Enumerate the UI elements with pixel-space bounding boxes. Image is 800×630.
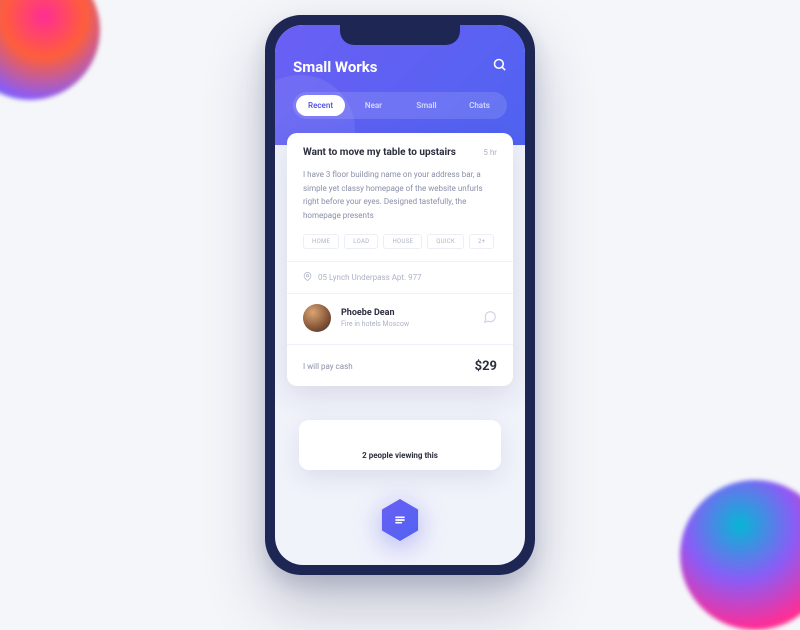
divider <box>287 293 513 294</box>
decorative-blob-top-left <box>0 0 100 100</box>
tab-bar: Recent Near Small Chats <box>293 92 507 119</box>
phone-screen: Small Works Recent Near Small Chats Want… <box>275 25 525 565</box>
tab-near[interactable]: Near <box>349 95 398 116</box>
location-row: 05 Lynch Underpass Apt. 977 <box>303 272 497 283</box>
decorative-blob-bottom-right <box>680 480 800 630</box>
phone-notch <box>340 25 460 45</box>
divider <box>287 344 513 345</box>
payment-row: I will pay cash $29 <box>303 355 497 374</box>
job-card[interactable]: Want to move my table to upstairs 5 hr I… <box>287 133 513 386</box>
chat-icon[interactable] <box>483 309 497 328</box>
tag-item[interactable]: HOUSE <box>383 234 422 249</box>
fab-button[interactable] <box>379 499 421 541</box>
job-description: I have 3 floor building name on your add… <box>303 168 497 222</box>
payment-amount: $29 <box>475 359 497 374</box>
viewing-text: 2 people viewing this <box>362 451 438 460</box>
user-subtitle: Fire in hotels Moscow <box>341 320 473 328</box>
tag-list: HOME LOAD HOUSE QUICK 2+ <box>303 234 497 249</box>
payment-label: I will pay cash <box>303 362 353 371</box>
menu-icon <box>392 512 408 528</box>
tag-item[interactable]: HOME <box>303 234 339 249</box>
pin-icon <box>303 272 312 283</box>
divider <box>287 261 513 262</box>
tag-item[interactable]: 2+ <box>469 234 494 249</box>
viewing-card: 2 people viewing this <box>299 420 501 470</box>
tab-chats[interactable]: Chats <box>455 95 504 116</box>
search-icon[interactable] <box>492 57 507 76</box>
tab-small[interactable]: Small <box>402 95 451 116</box>
job-title: Want to move my table to upstairs <box>303 147 456 158</box>
tab-recent[interactable]: Recent <box>296 95 345 116</box>
avatar[interactable] <box>303 304 331 332</box>
user-row: Phoebe Dean Fire in hotels Moscow <box>303 304 497 332</box>
phone-frame: Small Works Recent Near Small Chats Want… <box>265 15 535 575</box>
job-time: 5 hr <box>483 148 497 157</box>
user-name: Phoebe Dean <box>341 308 473 318</box>
app-title: Small Works <box>293 58 378 76</box>
location-text: 05 Lynch Underpass Apt. 977 <box>318 273 422 282</box>
tag-item[interactable]: QUICK <box>427 234 464 249</box>
tag-item[interactable]: LOAD <box>344 234 378 249</box>
